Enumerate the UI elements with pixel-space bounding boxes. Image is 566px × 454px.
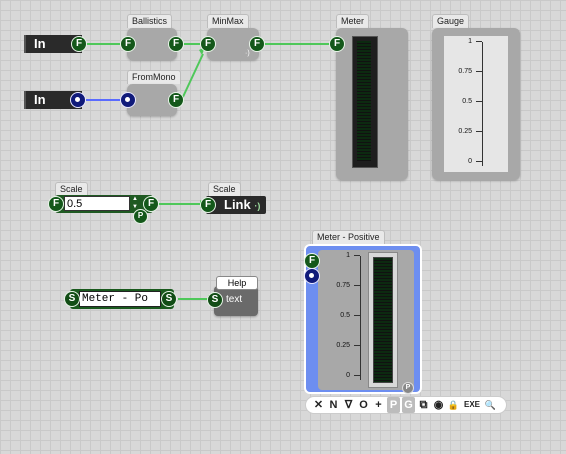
tick-label: 0.25 [336, 342, 350, 349]
node-title: FromMono [127, 70, 181, 84]
gauge-line [482, 42, 483, 166]
output-pin-audio[interactable] [70, 92, 86, 108]
input-pin-float[interactable]: F [200, 36, 216, 52]
text-value: Meter - Po [82, 293, 149, 305]
tick-label: 1 [468, 38, 472, 45]
tick-label: 0.5 [462, 98, 472, 105]
link-icon: ·) [254, 201, 261, 211]
output-pin-float[interactable]: F [168, 92, 184, 108]
eye-icon[interactable]: ◉ [432, 397, 445, 413]
output-pin-float[interactable]: F [143, 196, 159, 212]
input-pin-audio[interactable] [120, 92, 136, 108]
scale-value: 0.5 [67, 198, 83, 210]
input-pin-audio[interactable] [304, 268, 320, 284]
output-pin-float[interactable]: F [168, 36, 184, 52]
meter-bar [352, 36, 378, 168]
node-title: MinMax [207, 14, 249, 28]
output-pin-float[interactable]: F [249, 36, 265, 52]
node-toolbar: ✕ N ∇ O + P G ⧉ ◉ 🔒 EXE 🔍 [305, 396, 507, 414]
g-toggle-button[interactable]: G [402, 397, 415, 413]
node-title: Help [216, 276, 258, 290]
node-title: Scale [208, 182, 241, 196]
node-title: Meter [336, 14, 370, 28]
search-icon[interactable]: 🔍 [484, 397, 497, 413]
tick-label: 0.5 [340, 312, 350, 319]
meter-positive-line [360, 256, 361, 380]
scale-value-field[interactable]: 0.5 [64, 196, 130, 211]
input-pin-float[interactable]: F [329, 36, 345, 52]
p-badge[interactable]: P [133, 209, 148, 224]
p-toggle-button[interactable]: P [387, 397, 400, 413]
delete-button[interactable]: ✕ [312, 397, 325, 413]
exe-button[interactable]: EXE [462, 397, 482, 413]
wire [181, 53, 204, 100]
tick-label: 0 [468, 158, 472, 165]
input-pin-float[interactable]: F [48, 196, 64, 212]
tick-label: 0 [346, 372, 350, 379]
in-node-label: In [34, 92, 46, 107]
node-title: Ballistics [127, 14, 173, 28]
output-pin-float[interactable]: F [71, 36, 87, 52]
oscillator-button[interactable]: O [357, 397, 370, 413]
input-pin-float[interactable]: F [200, 197, 216, 213]
node-title: Scale [55, 182, 88, 196]
lock-icon[interactable]: 🔒 [447, 397, 460, 413]
help-label: text [226, 294, 243, 305]
meter-positive-scale: 1 0.75 0.5 0.25 0 [322, 252, 360, 382]
add-button[interactable]: + [372, 397, 385, 413]
tick-label: 1 [346, 252, 350, 259]
window-icon[interactable]: ⧉ [417, 397, 430, 413]
tick-label: 0.25 [458, 128, 472, 135]
input-pin-string[interactable]: S [207, 292, 223, 308]
tick-label: 0.75 [458, 68, 472, 75]
node-title: Gauge [432, 14, 470, 28]
meter-positive-bar-fill [373, 257, 393, 383]
text-value-field[interactable]: Meter - Po [79, 291, 161, 307]
output-pin-string[interactable]: S [161, 291, 177, 307]
link-icon: ·) [245, 50, 250, 57]
node-title: Meter - Positive [312, 230, 385, 244]
gauge-scale: 1 0.75 0.5 0.25 0 [446, 38, 482, 168]
input-pin-float[interactable]: F [120, 36, 136, 52]
normal-button[interactable]: N [327, 397, 340, 413]
link-label: Link [224, 197, 251, 212]
meter-positive-bar [368, 252, 398, 388]
meter-bar-fill [357, 41, 371, 161]
input-pin-string[interactable]: S [64, 291, 80, 307]
filter-button[interactable]: ∇ [342, 397, 355, 413]
in-node-label: In [34, 36, 46, 51]
input-pin-float[interactable]: F [304, 253, 320, 269]
tick-label: 0.75 [336, 282, 350, 289]
p-badge[interactable]: P [402, 382, 414, 394]
